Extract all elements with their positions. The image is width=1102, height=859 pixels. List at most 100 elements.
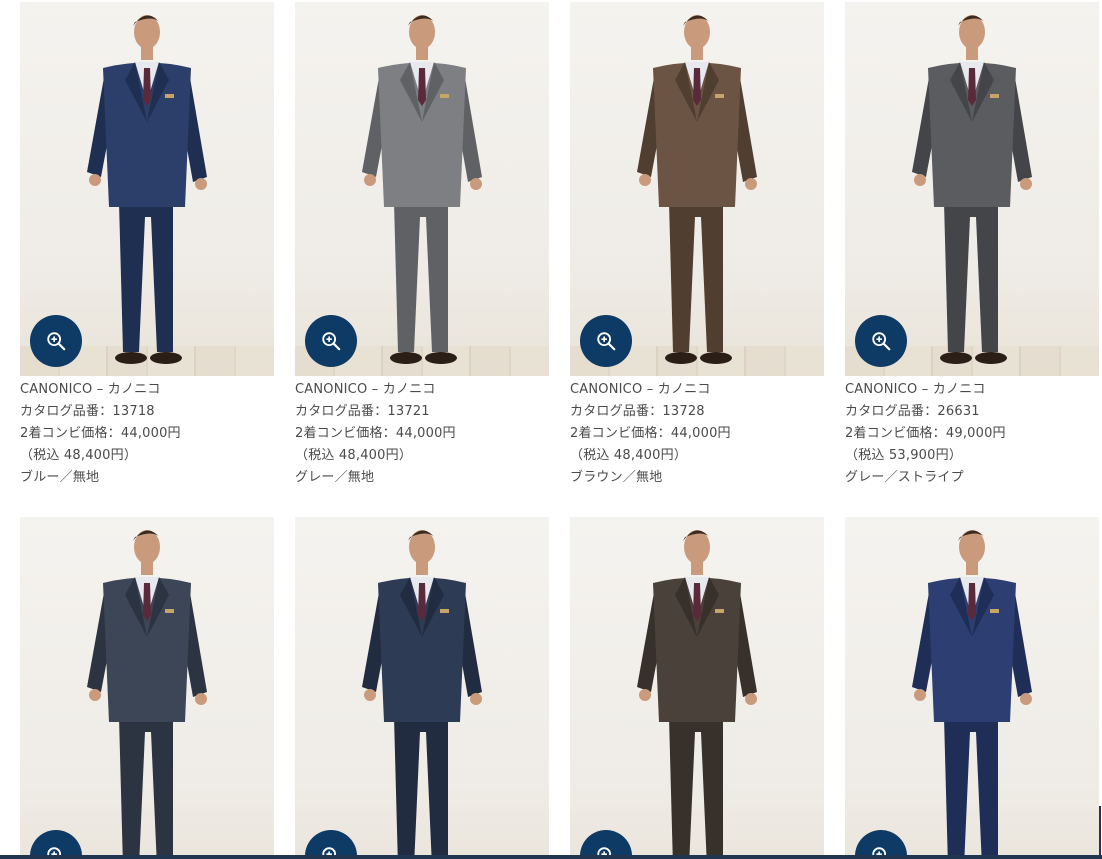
color-pattern: グレー／ストライプ	[845, 470, 964, 485]
tie	[693, 68, 701, 106]
color-pattern: ブラウン／無地	[570, 470, 663, 485]
shoe	[390, 352, 422, 364]
trousers	[119, 717, 173, 859]
shoe	[115, 352, 147, 364]
hand	[364, 174, 376, 186]
product-photo[interactable]	[295, 517, 549, 859]
zoom-in-icon	[47, 332, 66, 351]
product-photo[interactable]	[845, 517, 1099, 859]
product-photo[interactable]	[20, 2, 274, 376]
pocket-square	[990, 609, 999, 613]
pocket-square	[440, 609, 449, 613]
pocket-square	[715, 609, 724, 613]
product-card[interactable]	[845, 517, 1099, 859]
product-card[interactable]: CANONICO – カノニコ カタログ品番：13728 2着コンビ価格：44,…	[570, 2, 824, 489]
shoe	[150, 352, 182, 364]
hand	[639, 689, 651, 701]
brand-name[interactable]: CANONICO – カノニコ	[295, 379, 549, 401]
hand	[89, 689, 101, 701]
brand-name[interactable]: CANONICO – カノニコ	[570, 379, 824, 401]
price-with-tax: （税込 53,900円）	[845, 448, 963, 463]
tie	[143, 68, 151, 106]
hand	[364, 689, 376, 701]
head	[134, 530, 160, 564]
product-card[interactable]	[20, 517, 274, 859]
tie	[693, 583, 701, 621]
hand	[914, 174, 926, 186]
head	[684, 15, 710, 49]
model-figure	[87, 530, 207, 859]
scroll-edge	[1099, 806, 1101, 859]
shoe	[425, 352, 457, 364]
trousers	[944, 202, 998, 352]
catalog-number: カタログ品番：26631	[845, 404, 980, 419]
product-card[interactable]: CANONICO – カノニコ カタログ品番：26631 2着コンビ価格：49,…	[845, 2, 1099, 489]
head	[134, 15, 160, 49]
product-photo[interactable]	[295, 2, 549, 376]
price: 2着コンビ価格：44,000円	[295, 426, 456, 441]
head	[684, 530, 710, 564]
shoe	[700, 352, 732, 364]
product-photo[interactable]	[20, 517, 274, 859]
price-with-tax: （税込 48,400円）	[20, 448, 138, 463]
pocket-square	[165, 609, 174, 613]
hand	[1020, 178, 1032, 190]
trousers	[119, 202, 173, 352]
pocket-square	[165, 94, 174, 98]
tie	[143, 583, 151, 621]
hand	[745, 178, 757, 190]
brand-name[interactable]: CANONICO – カノニコ	[20, 379, 274, 401]
pocket-square	[990, 94, 999, 98]
price-with-tax: （税込 48,400円）	[570, 448, 688, 463]
hand	[745, 693, 757, 705]
product-photo[interactable]	[845, 2, 1099, 376]
hand	[914, 689, 926, 701]
product-photo[interactable]	[570, 517, 824, 859]
product-grid: CANONICO – カノニコ カタログ品番：13718 2着コンビ価格：44,…	[0, 0, 1102, 859]
trousers	[944, 717, 998, 859]
model-figure	[362, 530, 482, 859]
model-figure	[912, 530, 1032, 859]
head	[959, 530, 985, 564]
zoom-in-icon	[872, 332, 891, 351]
model-figure	[637, 530, 757, 859]
product-card[interactable]: CANONICO – カノニコ カタログ品番：13721 2着コンビ価格：44,…	[295, 2, 549, 489]
trousers	[394, 717, 448, 859]
product-photo[interactable]	[570, 2, 824, 376]
hand	[470, 693, 482, 705]
tie	[968, 68, 976, 106]
hand	[639, 174, 651, 186]
color-pattern: ブルー／無地	[20, 470, 100, 485]
product-card[interactable]: CANONICO – カノニコ カタログ品番：13718 2着コンビ価格：44,…	[20, 2, 274, 489]
zoom-button[interactable]	[580, 315, 632, 367]
brand-name[interactable]: CANONICO – カノニコ	[845, 379, 1099, 401]
pocket-square	[715, 94, 724, 98]
product-card[interactable]	[295, 517, 549, 859]
hand	[89, 174, 101, 186]
bottom-bar	[0, 855, 1102, 859]
pocket-square	[440, 94, 449, 98]
trousers	[669, 202, 723, 352]
price-with-tax: （税込 48,400円）	[295, 448, 413, 463]
tie	[418, 583, 426, 621]
color-pattern: グレー／無地	[295, 470, 375, 485]
tie	[418, 68, 426, 106]
zoom-button[interactable]	[855, 315, 907, 367]
zoom-button[interactable]	[305, 315, 357, 367]
head	[409, 530, 435, 564]
head	[959, 15, 985, 49]
product-card[interactable]	[570, 517, 824, 859]
shoe	[665, 352, 697, 364]
hand	[1020, 693, 1032, 705]
price: 2着コンビ価格：44,000円	[570, 426, 731, 441]
tie	[968, 583, 976, 621]
trousers	[669, 717, 723, 859]
zoom-button[interactable]	[30, 315, 82, 367]
trousers	[394, 202, 448, 352]
catalog-number: カタログ品番：13728	[570, 404, 705, 419]
hand	[195, 178, 207, 190]
zoom-in-icon	[322, 332, 341, 351]
hand	[195, 693, 207, 705]
price: 2着コンビ価格：49,000円	[845, 426, 1006, 441]
hand	[470, 178, 482, 190]
